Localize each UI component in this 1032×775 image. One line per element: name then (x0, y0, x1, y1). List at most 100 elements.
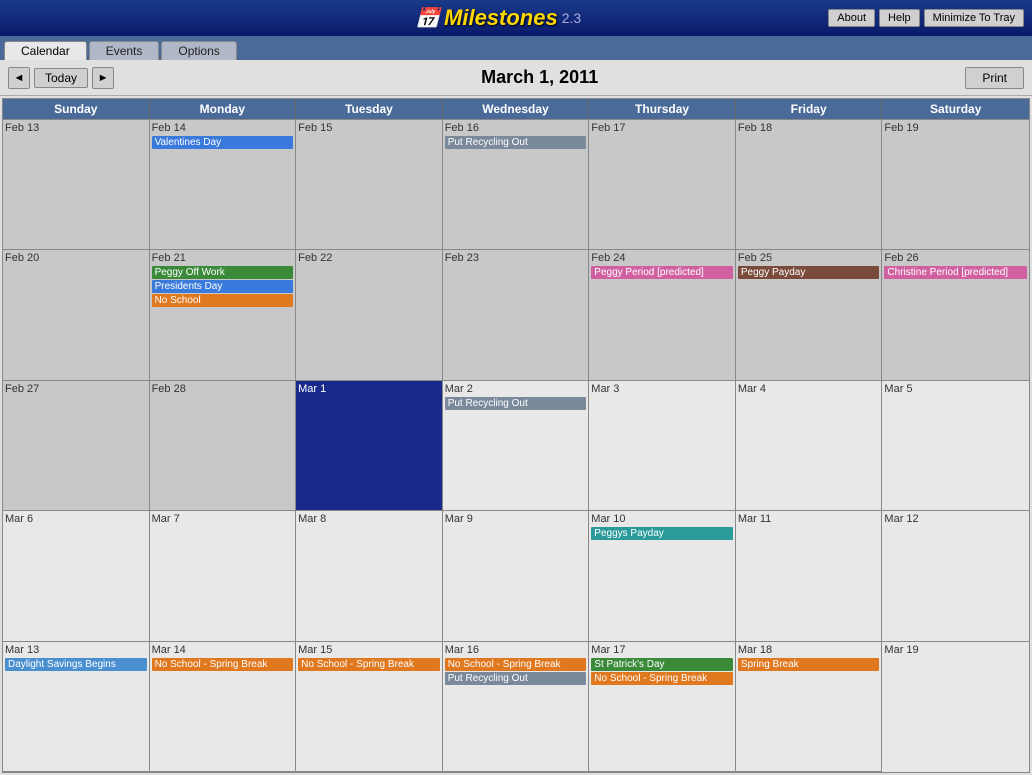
tab-options[interactable]: Options (161, 41, 236, 60)
event-item[interactable]: Daylight Savings Begins (5, 658, 147, 671)
event-item[interactable]: Peggy Off Work (152, 266, 294, 279)
cal-cell[interactable]: Mar 8 (296, 511, 443, 641)
event-item[interactable]: No School (152, 294, 294, 307)
event-item[interactable]: No School - Spring Break (591, 672, 733, 685)
cal-cell[interactable]: Mar 17 St Patrick's DayNo School - Spring… (589, 642, 736, 772)
header-thursday: Thursday (589, 99, 736, 119)
calendar-title: March 1, 2011 (114, 67, 965, 88)
prev-button[interactable]: ◄ (8, 67, 30, 89)
event-item[interactable]: Put Recycling Out (445, 672, 587, 685)
cell-date: Feb 17 (591, 122, 733, 134)
nav-controls: ◄ Today ► (8, 67, 114, 89)
calendar-grid: Feb 13 Feb 14Valentines Day Feb 15 Feb 1… (2, 119, 1030, 773)
cal-cell[interactable]: Mar 11 (736, 511, 883, 641)
cal-cell[interactable]: Mar 9 (443, 511, 590, 641)
cell-date: Feb 18 (738, 122, 880, 134)
event-item[interactable]: Presidents Day (152, 280, 294, 293)
cell-date: Mar 10 (591, 513, 733, 525)
cell-date: Feb 13 (5, 122, 147, 134)
cell-date: Mar 9 (445, 513, 587, 525)
header-sunday: Sunday (3, 99, 150, 119)
cal-cell[interactable]: Mar 15No School - Spring Break (296, 642, 443, 772)
cal-cell[interactable]: Mar 16No School - Spring BreakPut Recycl… (443, 642, 590, 772)
event-item[interactable]: No School - Spring Break (298, 658, 440, 671)
cal-cell[interactable]: Feb 15 (296, 120, 443, 250)
print-button[interactable]: Print (965, 67, 1024, 89)
app: 📅 Milestones 2.3 About Help Minimize To … (0, 0, 1032, 775)
cal-cell[interactable]: Feb 24Peggy Period [predicted] (589, 250, 736, 380)
next-button[interactable]: ► (92, 67, 114, 89)
cell-date: Feb 15 (298, 122, 440, 134)
cal-cell[interactable]: Mar 7 (150, 511, 297, 641)
event-item[interactable]: Peggys Payday (591, 527, 733, 540)
event-item[interactable]: Put Recycling Out (445, 136, 587, 149)
cal-cell[interactable]: Mar 12 (882, 511, 1029, 641)
minimize-button[interactable]: Minimize To Tray (924, 9, 1024, 27)
header-saturday: Saturday (882, 99, 1029, 119)
cal-cell[interactable]: Feb 20 (3, 250, 150, 380)
header-wednesday: Wednesday (443, 99, 590, 119)
cell-date: Feb 20 (5, 252, 147, 264)
cal-cell[interactable]: Feb 25Peggy Payday (736, 250, 883, 380)
cal-cell[interactable]: Feb 19 (882, 120, 1029, 250)
cal-cell[interactable]: Mar 4 (736, 381, 883, 511)
app-title: 📅 Milestones 2.3 (168, 5, 828, 31)
cal-cell[interactable]: Mar 14 No School - Spring Break (150, 642, 297, 772)
today-button[interactable]: Today (34, 68, 88, 88)
event-item[interactable]: No School - Spring Break (152, 658, 294, 671)
tab-events[interactable]: Events (89, 41, 160, 60)
cal-cell[interactable]: Mar 3 (589, 381, 736, 511)
cell-date: Mar 17 (591, 644, 733, 656)
app-version: 2.3 (562, 10, 581, 26)
cal-cell[interactable]: Feb 22 (296, 250, 443, 380)
cal-cell[interactable]: Mar 2Put Recycling Out (443, 381, 590, 511)
event-item[interactable]: Peggy Payday (738, 266, 880, 279)
cal-cell[interactable]: Feb 23 (443, 250, 590, 380)
cell-date: Mar 7 (152, 513, 294, 525)
event-item[interactable]: Peggy Period [predicted] (591, 266, 733, 279)
event-item[interactable]: Christine Period [predicted] (884, 266, 1027, 279)
tabbar: Calendar Events Options (0, 36, 1032, 60)
about-button[interactable]: About (828, 9, 875, 27)
cell-date: Feb 22 (298, 252, 440, 264)
cal-cell[interactable]: Feb 16Put Recycling Out (443, 120, 590, 250)
cal-cell[interactable]: Feb 28 (150, 381, 297, 511)
cal-cell[interactable]: Mar 5 (882, 381, 1029, 511)
cell-date: Mar 5 (884, 383, 1027, 395)
navbar: ◄ Today ► March 1, 2011 Print (0, 60, 1032, 96)
cell-date: Mar 13 (5, 644, 147, 656)
event-item[interactable]: Valentines Day (152, 136, 294, 149)
help-button[interactable]: Help (879, 9, 920, 27)
cal-cell[interactable]: Mar 10 Peggys Payday (589, 511, 736, 641)
cal-cell[interactable]: Feb 27 (3, 381, 150, 511)
cal-cell[interactable]: Feb 17 (589, 120, 736, 250)
cal-cell[interactable]: Feb 13 (3, 120, 150, 250)
cell-date: Mar 3 (591, 383, 733, 395)
cell-date: Mar 19 (884, 644, 1027, 656)
cal-cell[interactable]: Feb 26Christine Period [predicted] (882, 250, 1029, 380)
title-buttons: About Help Minimize To Tray (828, 9, 1024, 27)
event-item[interactable]: Put Recycling Out (445, 397, 587, 410)
cell-date: Feb 19 (884, 122, 1027, 134)
tab-calendar[interactable]: Calendar (4, 41, 87, 60)
cal-cell-today[interactable]: Mar 1 (296, 381, 443, 511)
cell-date: Mar 11 (738, 513, 880, 525)
cal-cell[interactable]: Mar 13 Daylight Savings Begins (3, 642, 150, 772)
cal-cell[interactable]: Feb 18 (736, 120, 883, 250)
event-item[interactable]: Spring Break (738, 658, 880, 671)
event-item[interactable]: No School - Spring Break (445, 658, 587, 671)
event-item[interactable]: St Patrick's Day (591, 658, 733, 671)
cell-date: Mar 1 (298, 383, 440, 395)
cal-cell[interactable]: Feb 21Peggy Off WorkPresidents DayNo Sch… (150, 250, 297, 380)
cal-cell[interactable]: Feb 14Valentines Day (150, 120, 297, 250)
cal-cell[interactable]: Mar 18 Spring Break (736, 642, 883, 772)
cell-date: Mar 6 (5, 513, 147, 525)
cell-date: Mar 4 (738, 383, 880, 395)
cell-date: Mar 18 (738, 644, 880, 656)
cal-cell[interactable]: Mar 6 (3, 511, 150, 641)
cell-date: Feb 23 (445, 252, 587, 264)
cell-date: Mar 14 (152, 644, 294, 656)
cell-date: Feb 27 (5, 383, 147, 395)
header-friday: Friday (736, 99, 883, 119)
cal-cell[interactable]: Mar 19 (882, 642, 1029, 772)
